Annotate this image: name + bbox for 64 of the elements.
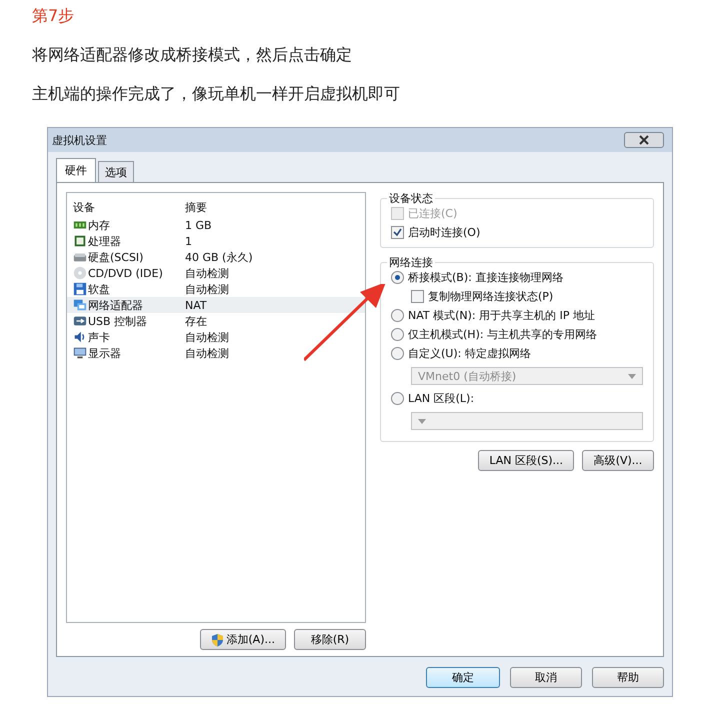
caret-icon [628, 374, 636, 378]
tab[interactable]: 选项 [98, 161, 134, 182]
network-icon [73, 298, 87, 312]
close-button[interactable] [624, 132, 664, 148]
device-name: 软盘 [88, 282, 110, 296]
radio-option[interactable]: 桥接模式(B): 直接连接物理网络 [391, 269, 643, 286]
add-button[interactable]: 添加(A)... [200, 629, 286, 650]
group-title: 设备状态 [387, 191, 435, 206]
device-name: 网络适配器 [88, 298, 143, 312]
dialog-button[interactable]: 取消 [510, 667, 582, 688]
radio-option[interactable]: LAN 区段(L): [391, 390, 643, 407]
column-header: 摘要 [185, 200, 208, 214]
cd-icon [73, 266, 87, 280]
paragraph: 主机端的操作完成了，像玩单机一样开启虚拟机即可 [32, 84, 401, 105]
device-name: 显示器 [88, 346, 121, 360]
device-row[interactable]: USB 控制器 存在 [67, 313, 365, 329]
device-name: CD/DVD (IDE) [88, 266, 163, 280]
device-summary: 自动检测 [185, 282, 230, 296]
column-header: 设备 [73, 200, 96, 214]
usb-icon [73, 314, 87, 328]
dialog-button[interactable]: 帮助 [592, 667, 664, 688]
radio-option[interactable]: 自定义(U): 特定虚拟网络 [391, 345, 643, 362]
tab[interactable]: 硬件 [56, 158, 96, 182]
device-row[interactable]: 软盘 自动检测 [67, 281, 365, 297]
remove-button[interactable]: 移除(R) [294, 629, 366, 650]
dialog-button[interactable]: 确定 [426, 667, 500, 688]
device-row[interactable]: 网络适配器 NAT [67, 297, 365, 313]
device-summary: 自动检测 [185, 266, 230, 280]
caret-icon [418, 418, 426, 424]
device-row[interactable]: 硬盘(SCSI) 40 GB (永久) [67, 249, 365, 265]
device-summary: 自动检测 [185, 330, 230, 344]
device-name: 声卡 [88, 330, 110, 344]
device-summary: 存在 [185, 314, 208, 328]
device-name: USB 控制器 [88, 314, 148, 328]
display-icon [73, 346, 87, 360]
device-summary: 自动检测 [185, 346, 230, 360]
device-row[interactable]: CD/DVD (IDE) 自动检测 [67, 265, 365, 281]
device-row[interactable]: 显示器 自动检测 [67, 345, 365, 361]
checkbox-option[interactable]: 复制物理网络连接状态(P) [411, 288, 643, 305]
device-summary: NAT [185, 298, 208, 312]
device-name: 内存 [88, 218, 110, 232]
radio-option[interactable]: NAT 模式(N): 用于共享主机的 IP 地址 [391, 307, 643, 324]
device-summary: 1 GB [185, 218, 213, 232]
floppy-icon [73, 282, 87, 296]
device-name: 硬盘(SCSI) [88, 250, 144, 264]
checkbox-option[interactable]: 启动时连接(O) [391, 224, 643, 241]
check-icon [393, 228, 402, 237]
step-heading: 第7步 [32, 6, 74, 27]
device-name: 处理器 [88, 234, 121, 248]
radio-option[interactable]: 仅主机模式(H): 与主机共享的专用网络 [391, 326, 643, 343]
sound-icon [73, 330, 87, 344]
window-title: 虚拟机设置 [52, 132, 107, 148]
device-row[interactable]: 处理器 1 [67, 233, 365, 249]
settings-button[interactable]: 高级(V)... [582, 450, 654, 471]
device-summary: 1 [185, 234, 193, 248]
shield-icon [211, 632, 224, 646]
processor-icon [73, 234, 87, 248]
device-row[interactable]: 内存 1 GB [67, 217, 365, 233]
device-row[interactable]: 声卡 自动检测 [67, 329, 365, 345]
device-summary: 40 GB (永久) [185, 250, 254, 264]
paragraph: 将网络适配器修改成桥接模式，然后点击确定 [32, 45, 353, 66]
settings-button[interactable]: LAN 区段(S)... [478, 450, 574, 471]
close-icon [639, 135, 649, 145]
group-title: 网络连接 [387, 255, 435, 270]
